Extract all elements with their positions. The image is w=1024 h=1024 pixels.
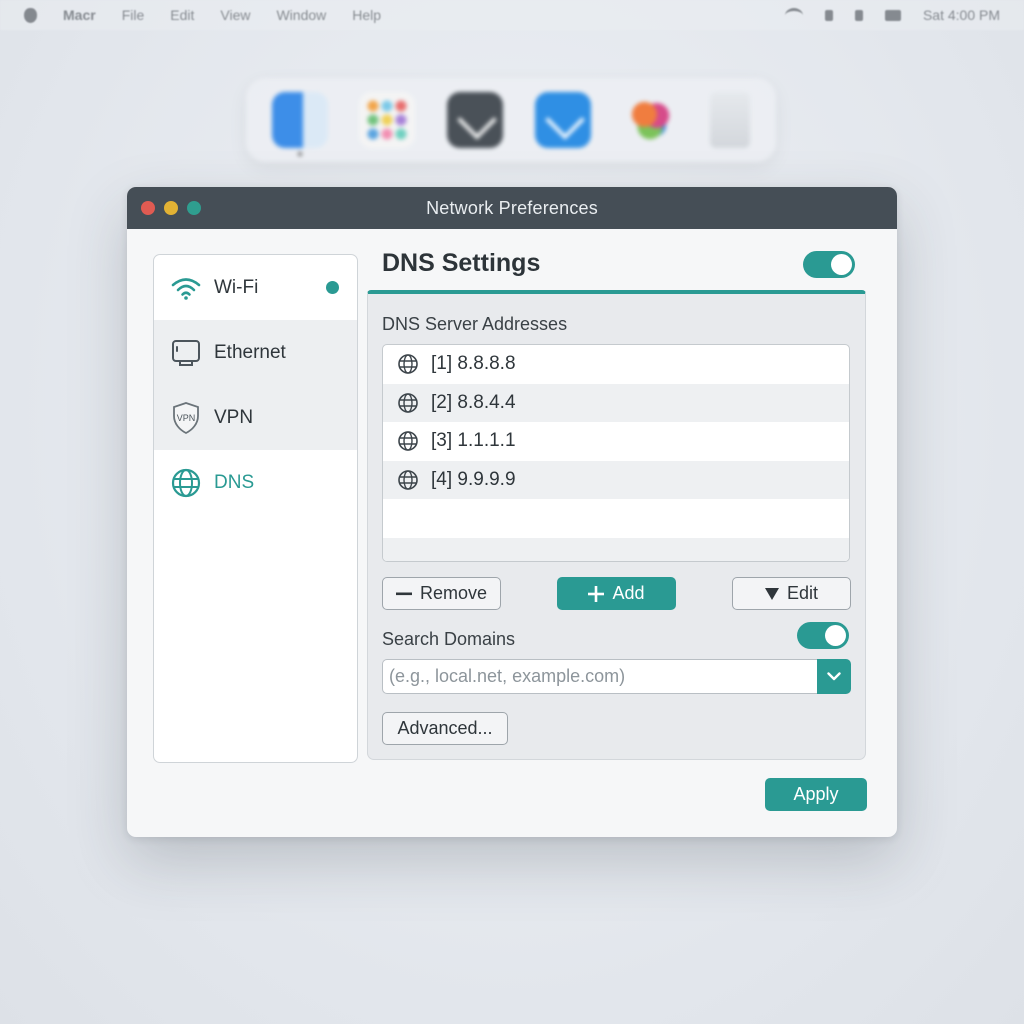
apply-button-label: Apply bbox=[793, 784, 839, 804]
sidebar-item-label: Ethernet bbox=[214, 341, 286, 363]
menu-view[interactable]: View bbox=[220, 7, 250, 23]
sidebar-item-label: VPN bbox=[214, 406, 254, 428]
remove-button-label: Remove bbox=[419, 583, 488, 603]
menu-help[interactable]: Help bbox=[352, 7, 381, 23]
globe-icon bbox=[398, 392, 418, 413]
minus-icon bbox=[395, 592, 412, 595]
menubar-bluetooth-icon[interactable] bbox=[824, 9, 833, 21]
dns-settings-panel: DNS Server Addresses [1] 8.8.8.8 [2] 8.8… bbox=[367, 290, 866, 760]
globe-icon bbox=[398, 431, 418, 452]
sidebar: Wi-Fi Ethernet VPN VPN DNS bbox=[153, 254, 358, 763]
photos-icon[interactable] bbox=[622, 92, 679, 148]
dns-server-address: [4] 9.9.9.9 bbox=[431, 468, 516, 490]
dns-server-list[interactable]: [1] 8.8.8.8 [2] 8.8.4.4 [3] 1.1.1.1 [4] … bbox=[382, 344, 850, 562]
add-button[interactable]: Add bbox=[557, 577, 676, 610]
sidebar-item-vpn[interactable]: VPN VPN bbox=[154, 385, 357, 450]
dns-settings-title: DNS Settings bbox=[382, 249, 541, 277]
trash-icon[interactable] bbox=[710, 92, 751, 148]
network-preferences-window: Network Preferences Wi-Fi Ethernet VPN V… bbox=[127, 187, 897, 837]
window-titlebar[interactable]: Network Preferences bbox=[127, 187, 897, 229]
menu-edit[interactable]: Edit bbox=[170, 7, 194, 23]
apply-button[interactable]: Apply bbox=[765, 778, 867, 811]
dns-server-row[interactable]: [1] 8.8.8.8 bbox=[383, 345, 849, 384]
menu-app-name[interactable]: Macr bbox=[63, 7, 96, 23]
menu-window[interactable]: Window bbox=[276, 7, 326, 23]
menubar-battery-icon[interactable] bbox=[884, 9, 901, 21]
dns-server-row[interactable]: [2] 8.8.4.4 bbox=[383, 383, 849, 422]
window-title: Network Preferences bbox=[426, 197, 598, 218]
dns-server-address: [3] 1.1.1.1 bbox=[431, 430, 516, 452]
sidebar-item-dns[interactable]: DNS bbox=[154, 450, 357, 515]
remove-button[interactable]: Remove bbox=[382, 577, 501, 610]
search-domains-dropdown-button[interactable] bbox=[817, 659, 851, 694]
ethernet-icon bbox=[170, 337, 202, 369]
plus-icon bbox=[588, 585, 605, 602]
menubar-wifi-icon[interactable] bbox=[784, 7, 803, 23]
app-store-icon[interactable] bbox=[534, 92, 591, 148]
finder-icon[interactable] bbox=[271, 92, 328, 156]
close-button[interactable] bbox=[141, 201, 155, 215]
dns-server-address: [1] 8.8.8.8 bbox=[431, 353, 516, 375]
menu-bar: Macr File Edit View Window Help Sat 4:00… bbox=[0, 0, 1024, 30]
dns-enabled-toggle[interactable] bbox=[803, 251, 855, 278]
vpn-icon-text: VPN bbox=[177, 413, 196, 423]
sidebar-item-label: DNS bbox=[214, 471, 255, 493]
dock bbox=[246, 78, 776, 162]
apple-menu-icon[interactable] bbox=[24, 7, 37, 23]
running-indicator bbox=[297, 152, 302, 156]
menu-file[interactable]: File bbox=[122, 7, 145, 23]
sidebar-item-wifi[interactable]: Wi-Fi bbox=[154, 255, 357, 320]
search-domains-label: Search Domains bbox=[382, 629, 516, 649]
dns-server-row[interactable]: [4] 9.9.9.9 bbox=[383, 460, 849, 499]
menubar-clock[interactable]: Sat 4:00 PM bbox=[923, 7, 1000, 23]
edit-button[interactable]: Edit bbox=[732, 577, 851, 610]
advanced-button[interactable]: Advanced... bbox=[382, 712, 508, 745]
launchpad-icon[interactable] bbox=[359, 92, 416, 148]
dns-server-empty-row[interactable] bbox=[383, 499, 849, 538]
edit-button-label: Edit bbox=[786, 583, 819, 603]
sidebar-item-ethernet[interactable]: Ethernet bbox=[154, 320, 357, 385]
globe-icon bbox=[398, 354, 418, 375]
vpn-shield-icon: VPN bbox=[170, 401, 202, 434]
add-button-label: Add bbox=[612, 583, 645, 603]
network-utility-icon[interactable] bbox=[447, 92, 504, 148]
dns-servers-label: DNS Server Addresses bbox=[382, 314, 568, 334]
dns-server-address: [2] 8.8.4.4 bbox=[431, 391, 516, 413]
globe-icon bbox=[170, 467, 202, 499]
connected-status-dot bbox=[326, 281, 339, 294]
dns-server-empty-row[interactable] bbox=[383, 537, 849, 561]
toggle-knob bbox=[831, 254, 852, 275]
toggle-knob bbox=[825, 625, 846, 646]
zoom-button[interactable] bbox=[187, 201, 201, 215]
window-controls bbox=[141, 201, 201, 215]
advanced-button-label: Advanced... bbox=[397, 718, 493, 738]
chevron-down-icon bbox=[827, 672, 841, 681]
search-domains-toggle[interactable] bbox=[797, 622, 849, 649]
search-domains-input[interactable] bbox=[382, 659, 817, 694]
globe-icon bbox=[398, 469, 418, 490]
dns-server-row[interactable]: [3] 1.1.1.1 bbox=[383, 422, 849, 461]
minimize-button[interactable] bbox=[164, 201, 178, 215]
triangle-down-icon bbox=[764, 587, 779, 600]
sidebar-item-label: Wi-Fi bbox=[214, 276, 259, 298]
menubar-volume-icon[interactable] bbox=[854, 9, 863, 21]
wifi-icon bbox=[170, 272, 202, 304]
